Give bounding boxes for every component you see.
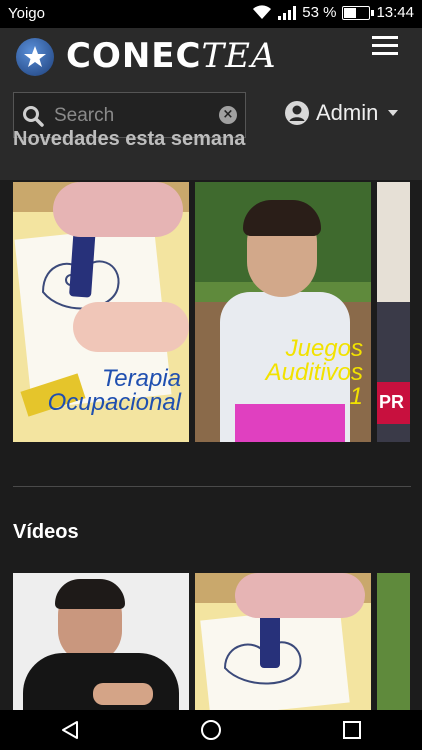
battery-percent: 53 % (302, 4, 337, 21)
system-nav-bar (0, 710, 422, 750)
wifi-icon (253, 5, 272, 20)
card-caption: PR (379, 392, 405, 412)
battery-icon (342, 5, 375, 20)
search-icon (23, 106, 44, 127)
back-triangle-icon[interactable] (50, 715, 90, 745)
clear-icon[interactable]: × (219, 106, 237, 124)
section-title-new: Novedades esta semana (13, 128, 246, 150)
section-divider (13, 486, 411, 487)
user-menu[interactable]: Admin (284, 100, 399, 126)
app-logo-text: CONECTEA (66, 36, 277, 76)
user-label: Admin (316, 100, 379, 125)
logo-text-italic: TEA (201, 36, 277, 76)
recent-square-icon[interactable] (332, 715, 372, 745)
section-title-videos: Vídeos (13, 521, 79, 543)
logo-text-bold: CONEC (66, 36, 202, 76)
signal-icon (278, 5, 297, 20)
new-this-week-carousel: Terapia Ocupacional Juegos Auditivos 1 P… (13, 182, 410, 442)
videos-carousel (13, 573, 410, 710)
status-bar: Yoigo 53 % 13:44 (0, 0, 422, 28)
menu-icon[interactable] (372, 36, 398, 56)
user-icon (285, 101, 309, 125)
card-juegos-auditivos[interactable]: Juegos Auditivos 1 (195, 182, 371, 442)
clock: 13:44 (376, 4, 414, 21)
search-input[interactable] (52, 101, 216, 131)
home-circle-icon[interactable] (191, 715, 231, 745)
card-caption: Terapia Ocupacional (47, 365, 181, 416)
video-card[interactable] (13, 573, 189, 710)
carrier-label: Yoigo (8, 5, 45, 22)
card-partial[interactable]: PR (377, 182, 410, 442)
card-caption: Juegos Auditivos 1 (265, 335, 363, 410)
chevron-down-icon (388, 110, 399, 116)
app-header: CONECTEA × Admin Novedades esta semana (0, 28, 422, 180)
video-card[interactable] (195, 573, 371, 710)
card-terapia-ocupacional[interactable]: Terapia Ocupacional (13, 182, 189, 442)
video-card-partial[interactable] (377, 573, 410, 710)
logo-icon (16, 38, 54, 76)
